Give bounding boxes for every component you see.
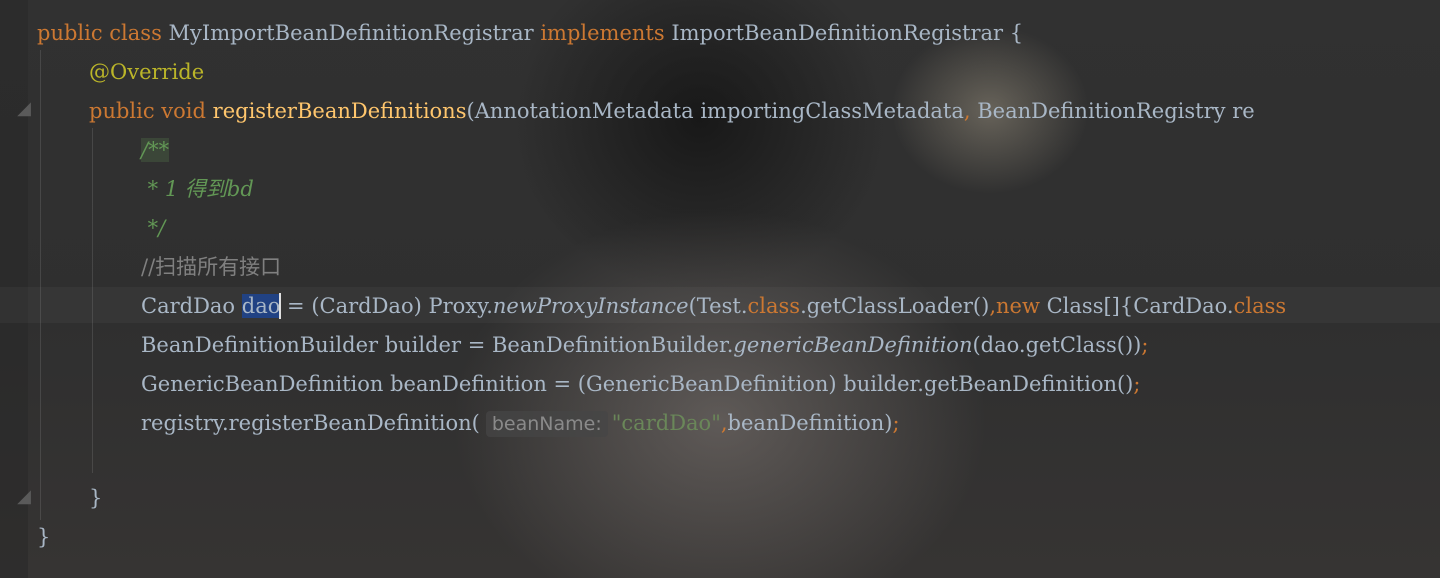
assign-operator: =: [280, 294, 312, 318]
parameter-hint: beanName:: [485, 411, 608, 437]
annotation: @Override: [89, 60, 205, 84]
type-name: CardDao: [141, 294, 236, 318]
code-line-class-close[interactable]: }: [37, 523, 50, 551]
string-literal: "cardDao": [611, 411, 721, 435]
proxy-ref: Proxy.: [421, 294, 493, 318]
line-comment: //扫描所有接口: [141, 255, 282, 279]
semicolon: ;: [1141, 333, 1149, 357]
args: (Test.: [688, 294, 748, 318]
brace: }: [37, 525, 51, 549]
interface-name: ImportBeanDefinitionRegistrar: [671, 21, 1004, 45]
comma: ,: [720, 411, 728, 435]
doc-comment: * 1 得到bd: [141, 177, 254, 201]
doc-comment: /**: [141, 138, 170, 162]
doc-comment: */: [141, 216, 166, 240]
keyword: implements: [540, 21, 665, 45]
static-method: newProxyInstance: [492, 294, 689, 318]
code-text: GenericBeanDefinition beanDefinition = (…: [141, 372, 1134, 396]
fold-icon[interactable]: ◢: [15, 486, 33, 508]
code-line-register[interactable]: registry.registerBeanDefinition(beanName…: [141, 409, 900, 437]
code-line-method-close[interactable]: }: [89, 484, 102, 512]
code-line-proxy[interactable]: CardDao dao = (CardDao) Proxy.newProxyIn…: [141, 292, 1286, 320]
code-line-bean-definition[interactable]: GenericBeanDefinition beanDefinition = (…: [141, 370, 1140, 398]
keyword: class: [109, 21, 162, 45]
method-call: .getClassLoader(): [800, 294, 990, 318]
keyword: class: [1233, 294, 1287, 318]
keyword: class: [747, 294, 801, 318]
fold-icon[interactable]: ◢: [15, 98, 33, 120]
code-line-doc-open[interactable]: /**: [141, 136, 170, 164]
code-text: BeanDefinitionBuilder builder = BeanDefi…: [141, 333, 734, 357]
param-type: BeanDefinitionRegistry: [977, 99, 1226, 123]
brace: }: [89, 486, 103, 510]
code-text: (dao.getClass()): [972, 333, 1142, 357]
selected-variable[interactable]: dao: [241, 294, 281, 318]
semicolon: ;: [892, 411, 900, 435]
code-text: registry.registerBeanDefinition(: [141, 411, 480, 435]
param-name: importingClassMetadata: [700, 99, 964, 123]
keyword: void: [161, 99, 206, 123]
class-array: Class[]{CardDao.: [1039, 294, 1234, 318]
cast: (CardDao): [311, 294, 422, 318]
code-text: beanDefinition): [727, 411, 893, 435]
code-line-doc-text[interactable]: * 1 得到bd: [141, 175, 254, 203]
comma: ,: [963, 99, 971, 123]
code-line-annotation[interactable]: @Override: [89, 58, 204, 86]
code-line-builder[interactable]: BeanDefinitionBuilder builder = BeanDefi…: [141, 331, 1148, 359]
code-line-method-declaration[interactable]: public void registerBeanDefinitions(Anno…: [89, 97, 1255, 125]
semicolon: ;: [1133, 372, 1141, 396]
class-name: MyImportBeanDefinitionRegistrar: [168, 21, 534, 45]
comma: ,: [989, 294, 996, 318]
method-name: registerBeanDefinitions: [212, 99, 467, 123]
code-editor[interactable]: ◢ ◢ public class MyImportBeanDefinitionR…: [0, 0, 1440, 578]
code-line-doc-close[interactable]: */: [141, 214, 166, 242]
keyword: public: [89, 99, 155, 123]
keyword: new: [996, 294, 1040, 318]
keyword: public: [37, 21, 103, 45]
indent-guide: [92, 128, 93, 473]
param-name: re: [1232, 99, 1255, 123]
paren: (: [466, 99, 475, 123]
param-type: AnnotationMetadata: [474, 99, 694, 123]
brace: {: [1009, 21, 1024, 45]
static-method: genericBeanDefinition: [733, 333, 973, 357]
code-line-class-declaration[interactable]: public class MyImportBeanDefinitionRegis…: [37, 19, 1023, 47]
indent-guide: [40, 50, 41, 520]
code-line-comment[interactable]: //扫描所有接口: [141, 253, 281, 281]
